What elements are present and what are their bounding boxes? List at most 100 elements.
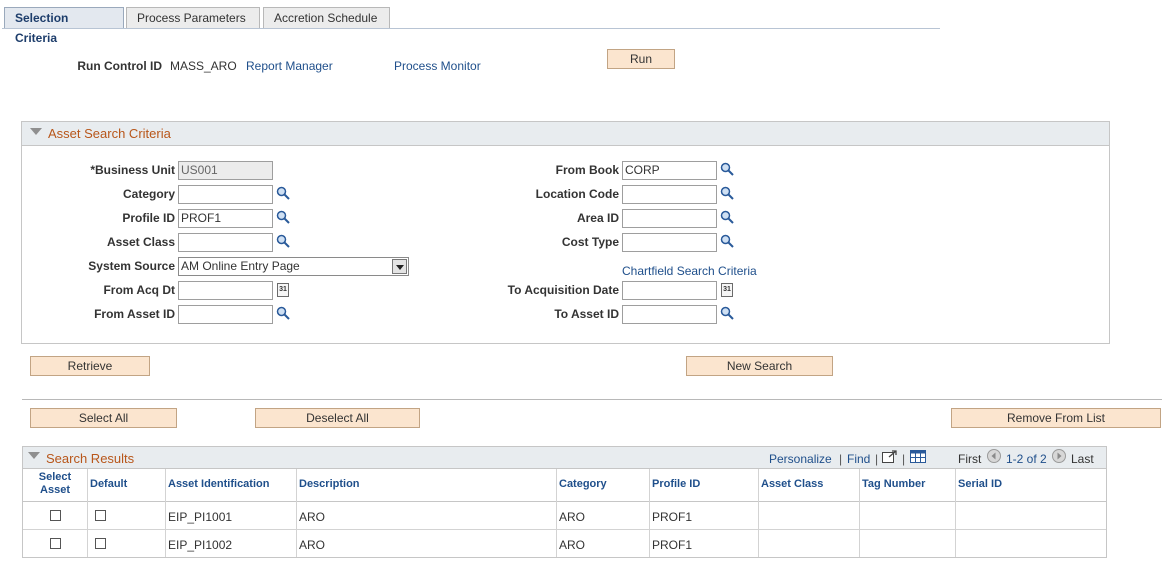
col-divider	[296, 469, 297, 557]
select-asset-checkbox[interactable]	[50, 538, 61, 549]
col-category[interactable]: Category	[559, 478, 607, 490]
header-row-border	[23, 501, 1106, 502]
col-divider	[859, 469, 860, 557]
tab-process-parameters[interactable]: Process Parameters	[126, 7, 260, 29]
profile-id-input[interactable]: PROF1	[178, 209, 273, 228]
business-unit-label: *Business Unit	[90, 163, 175, 177]
col-serial-id[interactable]: Serial ID	[958, 478, 1002, 490]
location-code-label: Location Code	[535, 187, 619, 201]
location-code-lookup-icon[interactable]	[720, 186, 734, 200]
process-monitor-link[interactable]: Process Monitor	[394, 59, 481, 73]
col-select-asset[interactable]: Select Asset	[38, 471, 72, 497]
col-tag-number[interactable]: Tag Number	[862, 478, 925, 490]
new-window-icon[interactable]	[882, 450, 898, 464]
location-code-input[interactable]	[622, 185, 717, 204]
tab-underline	[2, 28, 940, 29]
asset-class-lookup-icon[interactable]	[276, 234, 290, 248]
download-grid-icon[interactable]	[910, 450, 926, 463]
toolbar-separator-2: |	[875, 452, 879, 466]
collapse-triangle-icon[interactable]	[30, 128, 42, 135]
system-source-select[interactable]: AM Online Entry Page	[178, 257, 409, 276]
profile-id-lookup-icon[interactable]	[276, 210, 290, 224]
new-search-button[interactable]: New Search	[686, 356, 833, 376]
retrieve-button[interactable]: Retrieve	[30, 356, 150, 376]
chartfield-search-criteria-link[interactable]: Chartfield Search Criteria	[622, 264, 757, 278]
search-results-header	[23, 447, 1106, 469]
system-source-value: AM Online Entry Page	[181, 259, 300, 273]
cost-type-label: Cost Type	[561, 235, 619, 249]
from-acq-dt-calendar-icon[interactable]: 31	[277, 283, 289, 297]
business-unit-input: US001	[178, 161, 273, 180]
col-divider	[649, 469, 650, 557]
table-row-category: ARO	[559, 510, 586, 524]
from-book-label: From Book	[555, 163, 619, 177]
to-asset-id-input[interactable]	[622, 305, 717, 324]
area-id-lookup-icon[interactable]	[720, 210, 734, 224]
area-id-input[interactable]	[622, 209, 717, 228]
col-asset-identification[interactable]: Asset Identification	[168, 478, 269, 490]
asset-search-criteria-header[interactable]	[22, 122, 1109, 146]
row-separator	[23, 529, 1106, 530]
table-row-description: ARO	[299, 510, 326, 524]
personalize-link[interactable]: Personalize	[769, 452, 832, 466]
cost-type-input[interactable]	[622, 233, 717, 252]
find-link[interactable]: Find	[847, 452, 870, 466]
from-book-input[interactable]: CORP	[622, 161, 717, 180]
col-description[interactable]: Description	[299, 478, 360, 490]
dropdown-arrow-icon[interactable]	[392, 259, 407, 274]
col-profile-id[interactable]: Profile ID	[652, 478, 700, 490]
to-acquisition-date-input[interactable]	[622, 281, 717, 300]
table-row-asset-id: EIP_PI1001	[168, 510, 233, 524]
to-asset-id-label: To Asset ID	[554, 307, 619, 321]
col-divider	[165, 469, 166, 557]
tab-accretion-schedule[interactable]: Accretion Schedule	[263, 7, 390, 29]
col-default[interactable]: Default	[90, 478, 127, 490]
previous-arrow-icon[interactable]	[987, 449, 1001, 463]
next-arrow-icon[interactable]	[1052, 449, 1066, 463]
select-all-button[interactable]: Select All	[30, 408, 177, 428]
area-id-label: Area ID	[576, 211, 619, 225]
to-asset-id-lookup-icon[interactable]	[720, 306, 734, 320]
from-asset-id-label: From Asset ID	[94, 307, 175, 321]
run-button[interactable]: Run	[607, 49, 675, 69]
asset-class-label: Asset Class	[106, 235, 175, 249]
tab-selection-criteria[interactable]: Selection Criteria	[4, 7, 124, 45]
results-collapse-triangle-icon[interactable]	[28, 452, 40, 459]
asset-class-input[interactable]	[178, 233, 273, 252]
from-acq-dt-input[interactable]	[178, 281, 273, 300]
select-asset-checkbox[interactable]	[50, 510, 61, 521]
to-acquisition-date-label: To Acquisition Date	[507, 283, 619, 297]
asset-search-criteria-title: Asset Search Criteria	[48, 126, 171, 141]
from-acq-dt-label: From Acq Dt	[103, 283, 175, 297]
profile-id-label: Profile ID	[122, 211, 175, 225]
toolbar-separator: |	[839, 452, 843, 466]
default-checkbox[interactable]	[95, 538, 106, 549]
default-checkbox[interactable]	[95, 510, 106, 521]
table-row-asset-id: EIP_PI1002	[168, 538, 233, 552]
col-asset-class[interactable]: Asset Class	[761, 478, 823, 490]
row-range: 1-2 of 2	[1006, 452, 1047, 466]
report-manager-link[interactable]: Report Manager	[246, 59, 333, 73]
remove-from-list-button[interactable]: Remove From List	[951, 408, 1161, 428]
from-asset-id-lookup-icon[interactable]	[276, 306, 290, 320]
col-divider	[758, 469, 759, 557]
category-input[interactable]	[178, 185, 273, 204]
run-control-value: MASS_ARO	[170, 59, 237, 73]
col-divider	[556, 469, 557, 557]
run-control-label: Run Control ID	[77, 59, 162, 73]
deselect-all-button[interactable]: Deselect All	[255, 408, 420, 428]
search-results-title: Search Results	[46, 451, 135, 466]
from-book-lookup-icon[interactable]	[720, 162, 734, 176]
divider	[22, 399, 1162, 400]
col-divider	[87, 469, 88, 557]
to-acquisition-date-calendar-icon[interactable]: 31	[721, 283, 733, 297]
system-source-label: System Source	[88, 259, 175, 273]
category-lookup-icon[interactable]	[276, 186, 290, 200]
table-row-category: ARO	[559, 538, 586, 552]
table-row-profile-id: PROF1	[652, 538, 693, 552]
col-select-asset-line2: Asset	[40, 484, 70, 496]
table-row-profile-id: PROF1	[652, 510, 693, 524]
cost-type-lookup-icon[interactable]	[720, 234, 734, 248]
table-row-description: ARO	[299, 538, 326, 552]
from-asset-id-input[interactable]	[178, 305, 273, 324]
